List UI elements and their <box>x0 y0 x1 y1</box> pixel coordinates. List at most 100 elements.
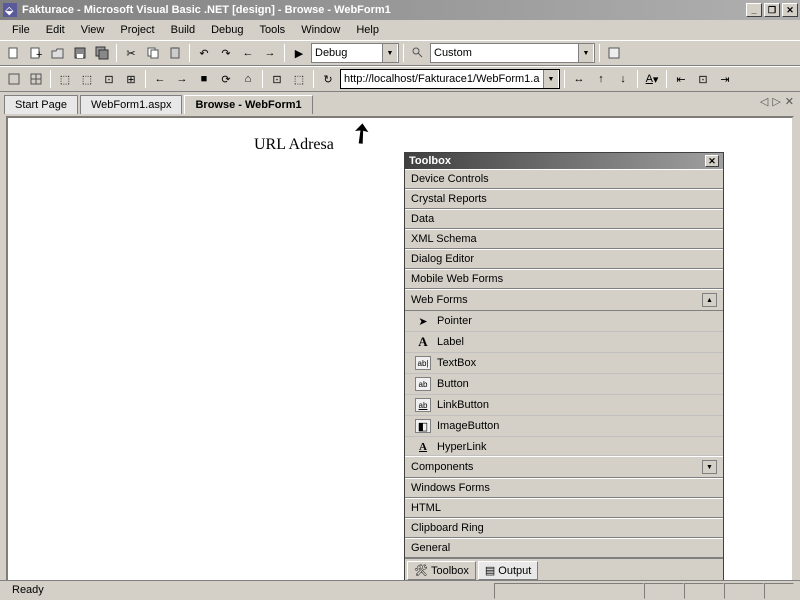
view-icon[interactable]: ⊡ <box>267 69 287 89</box>
toolbox-group-webforms[interactable]: Web Forms ▲ <box>405 289 723 311</box>
menu-tools[interactable]: Tools <box>252 22 294 38</box>
solution-explorer-icon[interactable] <box>604 43 624 63</box>
toolbox-group-html[interactable]: HTML <box>405 498 723 518</box>
linkbutton-icon: ab <box>415 398 431 412</box>
bottom-tab-output[interactable]: ▤ Output <box>478 561 538 580</box>
toolbox-item-hyperlink[interactable]: AHyperLink <box>405 437 723 456</box>
scroll-down-icon[interactable]: ▼ <box>702 460 717 474</box>
home-icon[interactable]: ⌂ <box>238 69 258 89</box>
redo-icon[interactable]: ↷ <box>216 43 236 63</box>
menu-window[interactable]: Window <box>293 22 348 38</box>
menu-file[interactable]: File <box>4 22 38 38</box>
dropdown-icon[interactable]: ▼ <box>543 70 558 88</box>
grid-icon[interactable] <box>26 69 46 89</box>
snap-icon[interactable]: ⊞ <box>121 69 141 89</box>
nav-back-icon[interactable]: ← <box>238 43 258 63</box>
toolbox-group-general[interactable]: General <box>405 538 723 558</box>
platform-combo[interactable]: ▼ <box>430 43 595 63</box>
indent-right-icon[interactable]: ⇥ <box>715 69 735 89</box>
stop-icon[interactable]: ■ <box>194 69 214 89</box>
menu-build[interactable]: Build <box>163 22 203 38</box>
toolbox-item-textbox[interactable]: ab|TextBox <box>405 353 723 374</box>
tab-right-icon[interactable]: ⬚ <box>77 69 97 89</box>
paste-icon[interactable] <box>165 43 185 63</box>
minimize-button[interactable]: _ <box>746 3 762 17</box>
start-icon[interactable]: ▶ <box>289 43 309 63</box>
titlebar: ⬙ Fakturace - Microsoft Visual Basic .NE… <box>0 0 800 20</box>
button-icon: ab <box>415 377 431 391</box>
tab-left-icon[interactable]: ⬚ <box>55 69 75 89</box>
new-project-icon[interactable] <box>4 43 24 63</box>
toolbox-group-dialog[interactable]: Dialog Editor <box>405 249 723 269</box>
toolbox-item-label[interactable]: ALabel <box>405 332 723 353</box>
undo-icon[interactable]: ↶ <box>194 43 214 63</box>
tab-scroll-left-icon[interactable]: ◁ <box>760 95 768 108</box>
cut-icon[interactable]: ✂ <box>121 43 141 63</box>
config-combo[interactable]: ▼ <box>311 43 399 63</box>
add-item-icon[interactable]: + <box>26 43 46 63</box>
menu-view[interactable]: View <box>73 22 113 38</box>
tab-center-icon[interactable]: ⊡ <box>99 69 119 89</box>
open-icon[interactable] <box>48 43 68 63</box>
menu-debug[interactable]: Debug <box>203 22 251 38</box>
toolbox-titlebar[interactable]: Toolbox ✕ <box>405 153 723 169</box>
menu-edit[interactable]: Edit <box>38 22 73 38</box>
tab-scroll-right-icon[interactable]: ▷ <box>772 95 780 108</box>
toolbox-item-pointer[interactable]: ➤Pointer <box>405 311 723 332</box>
close-button[interactable]: ✕ <box>782 3 798 17</box>
menu-project[interactable]: Project <box>112 22 162 38</box>
toolbox-item-imagebutton[interactable]: ◧ImageButton <box>405 416 723 437</box>
platform-combo-value[interactable] <box>431 47 578 59</box>
indent-out-icon[interactable]: ⇤ <box>671 69 691 89</box>
output-icon: ▤ <box>485 564 495 577</box>
tab-close-icon[interactable]: ✕ <box>785 95 794 108</box>
toolbox-item-button[interactable]: abButton <box>405 374 723 395</box>
toolbox-panel: Toolbox ✕ Device Controls Crystal Report… <box>404 152 724 583</box>
toolbox-close-icon[interactable]: ✕ <box>705 155 719 167</box>
sync-icon[interactable]: ↻ <box>318 69 338 89</box>
toolbox-group-components[interactable]: Components ▼ <box>405 456 723 478</box>
tab-webform1-aspx[interactable]: WebForm1.aspx <box>80 95 183 114</box>
scroll-up-icon[interactable]: ▲ <box>702 293 717 307</box>
status-text: Ready <box>6 583 494 599</box>
url-input[interactable] <box>341 73 543 85</box>
toolbox-group-crystal[interactable]: Crystal Reports <box>405 189 723 209</box>
toolbox-group-device[interactable]: Device Controls <box>405 169 723 189</box>
dropdown-icon[interactable]: ▼ <box>382 44 397 62</box>
toolbox-group-mobile[interactable]: Mobile Web Forms <box>405 269 723 289</box>
toolbar-web: ⬚ ⬚ ⊡ ⊞ ← → ■ ⟳ ⌂ ⊡ ⬚ ↻ ▼ ↔ ↑ ↓ A▾ ⇤ ⊡ ⇥ <box>0 66 800 92</box>
toolbox-group-clipboard[interactable]: Clipboard Ring <box>405 518 723 538</box>
wrench-icon: 🛠 <box>414 564 428 577</box>
refresh-icon[interactable]: ⟳ <box>216 69 236 89</box>
down-icon[interactable]: ↓ <box>613 69 633 89</box>
layout-icon[interactable] <box>4 69 24 89</box>
toolbox-item-linkbutton[interactable]: abLinkButton <box>405 395 723 416</box>
view2-icon[interactable]: ⬚ <box>289 69 309 89</box>
save-all-icon[interactable] <box>92 43 112 63</box>
toolbox-group-windows-forms[interactable]: Windows Forms <box>405 478 723 498</box>
config-combo-value[interactable] <box>312 47 382 59</box>
url-combo[interactable]: ▼ <box>340 69 560 89</box>
tab-browse-webform1[interactable]: Browse - WebForm1 <box>184 95 312 114</box>
nav-left-icon[interactable]: ↔ <box>569 69 589 89</box>
dropdown-icon[interactable]: ▼ <box>578 44 593 62</box>
browser-viewport: ➚ URL Adresa Toolbox ✕ Device Controls C… <box>6 116 794 586</box>
up-icon[interactable]: ↑ <box>591 69 611 89</box>
toolbox-group-xml[interactable]: XML Schema <box>405 229 723 249</box>
copy-icon[interactable] <box>143 43 163 63</box>
toolbox-group-data[interactable]: Data <box>405 209 723 229</box>
back-icon[interactable]: ← <box>150 69 170 89</box>
bottom-tab-toolbox[interactable]: 🛠 Toolbox <box>407 561 476 580</box>
forward-icon[interactable]: → <box>172 69 192 89</box>
hyperlink-icon: A <box>415 440 431 454</box>
tab-start-page[interactable]: Start Page <box>4 95 78 114</box>
toolbox-group-webforms-label: Web Forms <box>411 294 468 306</box>
svg-text:+: + <box>36 49 42 60</box>
save-icon[interactable] <box>70 43 90 63</box>
menu-help[interactable]: Help <box>348 22 387 38</box>
find-icon[interactable] <box>408 43 428 63</box>
indent-in-icon[interactable]: ⊡ <box>693 69 713 89</box>
nav-forward-icon[interactable]: → <box>260 43 280 63</box>
restore-button[interactable]: ❐ <box>764 3 780 17</box>
font-color-icon[interactable]: A▾ <box>642 69 662 89</box>
